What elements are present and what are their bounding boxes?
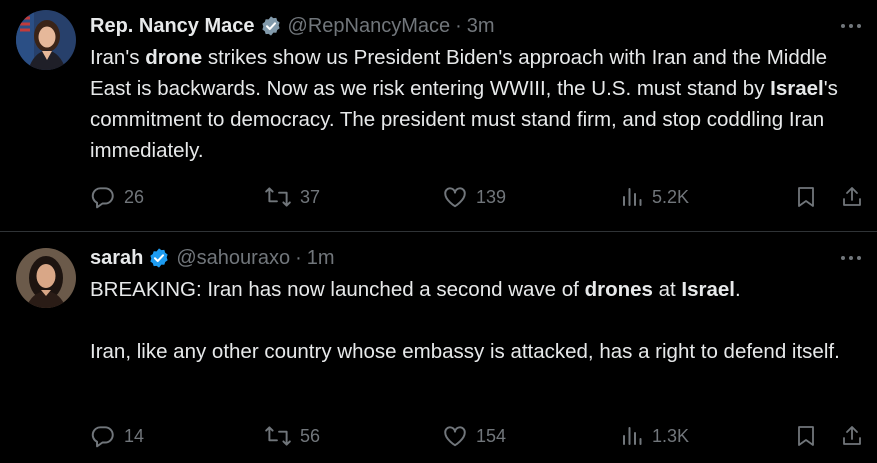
- avatar[interactable]: [16, 248, 76, 308]
- bookmark-button[interactable]: [794, 182, 826, 212]
- share-button[interactable]: [840, 182, 872, 212]
- repost-count: 37: [300, 186, 321, 207]
- highlighted-term: drone: [145, 46, 203, 69]
- reply-count: 14: [124, 425, 145, 446]
- reply-button[interactable]: 26: [90, 182, 144, 212]
- reply-icon: [90, 423, 124, 449]
- views-chart-icon: [620, 184, 652, 210]
- repost-button[interactable]: 37: [264, 182, 320, 212]
- like-count: 139: [476, 186, 507, 207]
- share-button[interactable]: [840, 421, 872, 451]
- views-chart-icon: [620, 423, 652, 449]
- repost-button[interactable]: 56: [264, 421, 320, 451]
- highlighted-term: Israel: [681, 278, 735, 301]
- verified-badge-icon[interactable]: [260, 15, 282, 37]
- text-run: Iran, like any other country whose embas…: [90, 340, 840, 363]
- tweet-text: Iran's drone strikes show us President B…: [90, 42, 860, 166]
- like-button[interactable]: 154: [442, 421, 506, 451]
- more-horizontal-icon[interactable]: [839, 246, 863, 270]
- tweet-paragraph: BREAKING: Iran has now launched a second…: [90, 274, 860, 305]
- reply-button[interactable]: 14: [90, 421, 144, 451]
- share-icon: [840, 423, 872, 449]
- text-run: BREAKING: Iran has now launched a second…: [90, 278, 585, 301]
- tweet-paragraph: Iran's drone strikes show us President B…: [90, 42, 860, 166]
- repost-icon: [264, 184, 300, 210]
- more-horizontal-icon[interactable]: [839, 14, 863, 38]
- bookmark-icon: [794, 184, 826, 210]
- text-run: Iran's: [90, 46, 146, 69]
- highlighted-term: drones: [584, 278, 653, 301]
- repost-icon: [264, 423, 300, 449]
- tweet-actions: 14 56 154 1.3K: [90, 421, 870, 451]
- tweet[interactable]: Rep. Nancy Mace @RepNancyMace · 3m Iran'…: [0, 0, 877, 231]
- tweet-text: BREAKING: Iran has now launched a second…: [90, 274, 860, 367]
- tweet-header: Rep. Nancy Mace @RepNancyMace · 3m: [90, 12, 495, 40]
- text-run: .: [735, 278, 741, 301]
- timestamp[interactable]: 3m: [467, 15, 495, 38]
- repost-count: 56: [300, 425, 321, 446]
- display-name[interactable]: sarah: [90, 247, 143, 270]
- timeline-feed: Rep. Nancy Mace @RepNancyMace · 3m Iran'…: [0, 0, 877, 463]
- views-button[interactable]: 1.3K: [620, 421, 689, 451]
- avatar[interactable]: [16, 10, 76, 70]
- like-count: 154: [476, 425, 507, 446]
- bookmark-button[interactable]: [794, 421, 826, 451]
- bookmark-icon: [794, 423, 826, 449]
- separator-dot: ·: [295, 246, 302, 269]
- timestamp[interactable]: 1m: [307, 247, 335, 270]
- text-run: at: [652, 278, 682, 301]
- tweet-paragraph: Iran, like any other country whose embas…: [90, 336, 860, 367]
- highlighted-term: Israel: [770, 77, 824, 100]
- reply-count: 26: [124, 186, 145, 207]
- share-icon: [840, 184, 872, 210]
- heart-icon: [442, 184, 476, 210]
- like-button[interactable]: 139: [442, 182, 506, 212]
- view-count: 1.3K: [652, 425, 690, 446]
- display-name[interactable]: Rep. Nancy Mace: [90, 15, 255, 38]
- tweet-header: sarah @sahouraxo · 1m: [90, 244, 335, 272]
- tweet-actions: 26 37 139 5.2K: [90, 182, 870, 212]
- verified-badge-icon[interactable]: [148, 247, 170, 269]
- views-button[interactable]: 5.2K: [620, 182, 689, 212]
- tweet[interactable]: sarah @sahouraxo · 1m BREAKING: Iran has…: [0, 232, 877, 463]
- user-handle[interactable]: @RepNancyMace: [288, 15, 451, 38]
- view-count: 5.2K: [652, 186, 690, 207]
- user-handle[interactable]: @sahouraxo: [176, 247, 290, 270]
- heart-icon: [442, 423, 476, 449]
- reply-icon: [90, 184, 124, 210]
- separator-dot: ·: [455, 14, 462, 37]
